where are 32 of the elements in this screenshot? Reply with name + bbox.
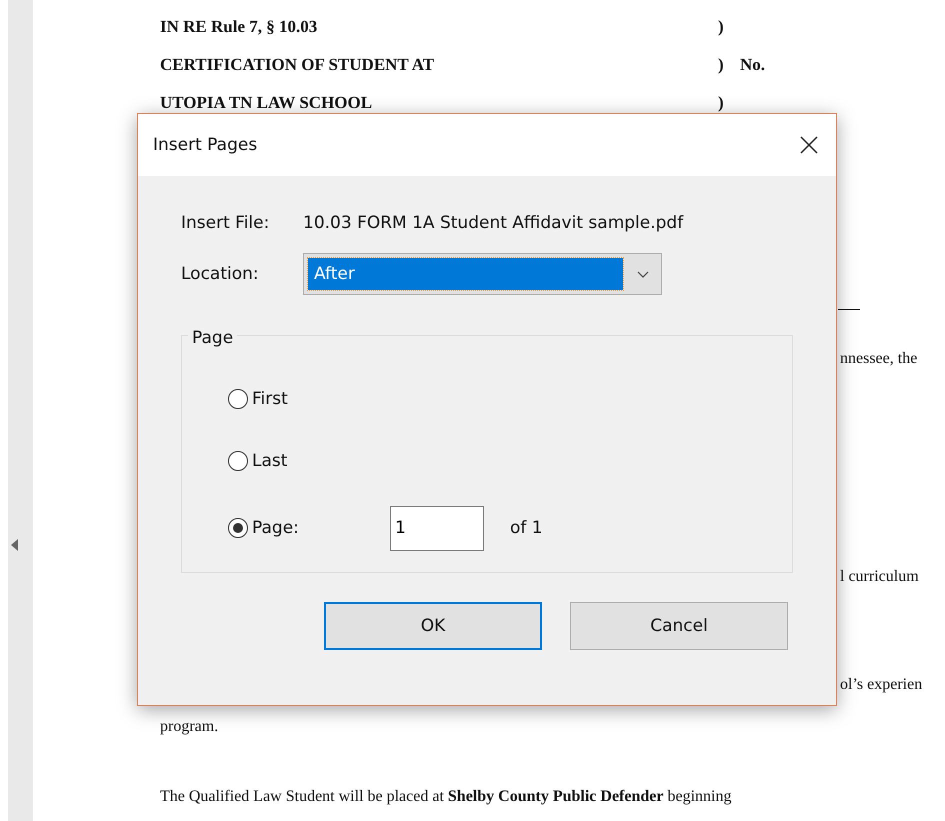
radio-button[interactable]: [228, 451, 248, 471]
page-number-field[interactable]: 1: [390, 506, 484, 550]
radio-button[interactable]: [228, 389, 248, 409]
body-text: ol’s experien: [840, 676, 922, 693]
chevron-down-icon: [637, 270, 649, 278]
body-text: nnessee, the: [840, 350, 918, 367]
radio-option[interactable]: First: [228, 389, 390, 409]
dialog-title: Insert Pages: [153, 135, 258, 155]
field-label: Location:: [181, 264, 260, 284]
bracket-text: ): [718, 93, 725, 113]
left-arrow-icon[interactable]: [11, 539, 18, 551]
paragraph: program.: [160, 718, 220, 736]
case-number-label: No.: [740, 55, 766, 75]
body-text: l curriculum: [840, 568, 919, 585]
paragraph: The Qualified Law Student will be placed at Shelby County Public Defender beginning: [160, 788, 732, 806]
location-dropdown[interactable]: After: [303, 253, 662, 295]
bracket-text: ): [718, 17, 725, 37]
group-label: Page: [188, 328, 238, 348]
caption-text: CERTIFICATION OF STUDENT AT: [160, 55, 436, 75]
caption-text: UTOPIA TN LAW SCHOOL: [160, 93, 374, 113]
dialog-button[interactable]: OK: [324, 602, 542, 650]
close-icon[interactable]: [800, 136, 818, 154]
radio-option[interactable]: Page:: [228, 518, 390, 538]
radio-option[interactable]: Last: [228, 451, 390, 471]
radio-button[interactable]: [228, 518, 248, 538]
field-label: Insert File:: [181, 213, 270, 233]
signature-line: [838, 309, 860, 310]
file-name: 10.03 FORM 1A Student Affidavit sample.pdf: [303, 213, 684, 233]
bracket-text: ): [718, 55, 725, 75]
caption-text: IN RE Rule 7, § 10.03: [160, 17, 318, 37]
dialog-button[interactable]: Cancel: [570, 602, 788, 650]
page-count-text: of 1: [510, 518, 543, 538]
